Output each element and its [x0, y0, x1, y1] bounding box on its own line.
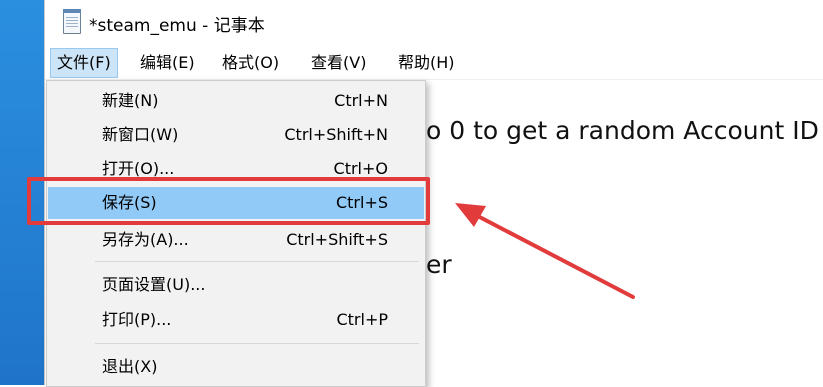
red-arrow-annotation — [455, 203, 635, 299]
